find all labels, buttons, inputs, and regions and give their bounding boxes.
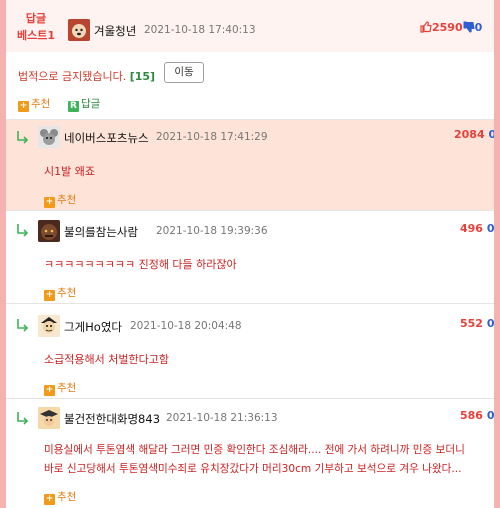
best-comment-header: 답글 베스트1 겨울청년 2021-10-18 17:40:13 2590 0 (6, 0, 494, 52)
recommend-label: 추천 (57, 287, 77, 299)
avatar[interactable] (68, 19, 90, 41)
downvote-count: 0 (486, 222, 494, 235)
avatar[interactable] (38, 407, 60, 429)
vote-counts: 2590 0 (420, 21, 482, 34)
vote-counts: 2084 0 (454, 128, 494, 141)
vote-counts: 586 0 (460, 409, 494, 422)
recommend-label: 추천 (57, 382, 77, 394)
comment-item: 네이버스포츠뉴스 2021-10-18 17:41:29 2084 0 시1발 … (6, 119, 494, 210)
comment-text-line2: 바로 신고당해서 투톤염색미수죄로 유치장갔다가 머리30cm 기부하고 보석으… (44, 463, 462, 475)
author-nickname[interactable]: 겨울청년 (94, 23, 136, 39)
thumbs-up-icon[interactable] (420, 21, 432, 33)
vote-counts: 552 0 (460, 317, 494, 330)
reply-arrow-icon (17, 319, 29, 332)
downvote-count: 0 (488, 128, 494, 141)
plus-icon: + (44, 494, 55, 505)
reply-arrow-icon (17, 224, 29, 237)
recommend-button[interactable]: + 추천 (44, 380, 76, 396)
downvote-count: 0 (474, 21, 483, 34)
comment-item: 불건전한대화명843 2021-10-18 21:36:13 586 0 미용실… (6, 398, 494, 508)
comment-time: 2021-10-18 17:41:29 (156, 131, 268, 143)
upvote-count: 552 (460, 317, 483, 330)
recommend-button[interactable]: + 추천 (44, 192, 76, 208)
comment-time: 2021-10-18 20:04:48 (130, 320, 242, 332)
comment-time: 2021-10-18 17:40:13 (144, 24, 256, 36)
upvote-count: 2590 (432, 21, 463, 34)
reply-arrow-icon (17, 412, 29, 425)
comment-time: 2021-10-18 21:36:13 (166, 412, 278, 424)
comment-panel: 답글 베스트1 겨울청년 2021-10-18 17:40:13 2590 0 법… (6, 0, 494, 508)
move-button[interactable]: 이동 (164, 62, 204, 83)
comment-time: 2021-10-18 19:39:36 (156, 225, 268, 237)
recommend-label: 추천 (31, 98, 51, 110)
reply-arrow-icon (17, 131, 29, 144)
reply-count: [15] (129, 70, 156, 83)
best-label-line2: 베스트1 (16, 29, 55, 42)
downvote-count: 0 (486, 317, 494, 330)
avatar[interactable] (38, 126, 60, 148)
downvote-count: 0 (486, 409, 494, 422)
plus-icon: + (18, 101, 29, 112)
recommend-label: 추천 (57, 491, 77, 503)
comment-text-line1: 미용실에서 투톤염색 해달라 그러면 민증 확인한다 조심해라.... 전에 가… (44, 444, 465, 456)
comment-text: ㅋㅋㅋㅋㅋㅋㅋㅋㅋ 진정해 다들 하라잖아 (44, 258, 237, 271)
plus-icon: + (44, 197, 55, 208)
comment-text: 소급적용해서 처벌한다고함 (44, 353, 169, 366)
reply-r-icon: R (68, 101, 79, 112)
reply-label: 답글 (81, 98, 101, 110)
author-nickname[interactable]: 네이버스포츠뉴스 (64, 130, 149, 146)
author-nickname[interactable]: 그게Ho였다 (64, 319, 122, 335)
recommend-label: 추천 (57, 194, 77, 206)
thumbs-down-icon[interactable] (463, 21, 475, 33)
author-nickname[interactable]: 불의를참는사람 (64, 224, 138, 240)
upvote-count: 2084 (454, 128, 485, 141)
author-nickname[interactable]: 불건전한대화명843 (64, 411, 160, 427)
recommend-button[interactable]: + 추천 (18, 96, 50, 112)
avatar[interactable] (38, 220, 60, 242)
avatar[interactable] (38, 315, 60, 337)
comment-item: 그게Ho였다 2021-10-18 20:04:48 552 0 소급적용해서 … (6, 303, 494, 398)
reply-button[interactable]: R 답글 (68, 96, 100, 112)
plus-icon: + (44, 290, 55, 301)
upvote-count: 586 (460, 409, 483, 422)
recommend-button[interactable]: + 추천 (44, 285, 76, 301)
vote-counts: 496 0 (460, 222, 494, 235)
recommend-button[interactable]: + 추천 (44, 489, 76, 505)
upvote-count: 496 (460, 222, 483, 235)
comment-item: 불의를참는사람 2021-10-18 19:39:36 496 0 ㅋㅋㅋㅋㅋㅋ… (6, 210, 494, 303)
parent-text: 법적으로 금지됐습니다. (18, 70, 127, 83)
best-badge: 답글 베스트1 (14, 10, 58, 44)
best-label-line1: 답글 (25, 12, 47, 25)
plus-icon: + (44, 385, 55, 396)
comment-text: 시1발 왜죠 (44, 165, 95, 178)
parent-comment-text: 법적으로 금지됐습니다. [15] (18, 68, 155, 84)
